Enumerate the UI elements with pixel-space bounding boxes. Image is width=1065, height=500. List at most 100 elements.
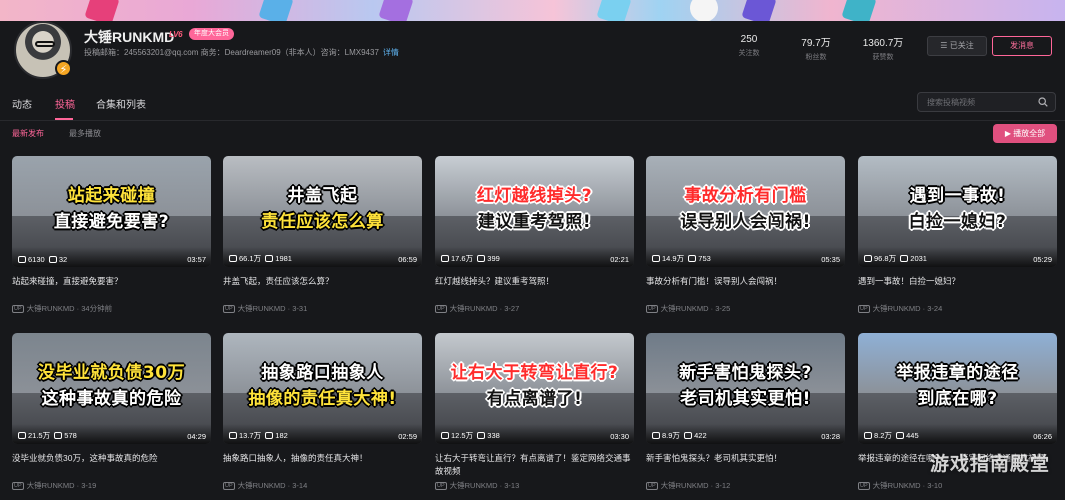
tab-uploads[interactable]: 投稿 [55, 96, 75, 111]
profile-banner [0, 0, 1065, 21]
play-count: 14.9万 [662, 254, 685, 263]
danmaku-icon [48, 256, 57, 263]
danmaku-count: 753 [698, 254, 711, 263]
user-name[interactable]: 大锤RUNKMD [84, 27, 174, 47]
video-title[interactable]: 抽象路口抽象人，抽像的责任真大神！ [223, 452, 422, 478]
video-thumbnail[interactable]: 井盖飞起 责任应该怎么算 66.1万 1981 06:59 [223, 156, 422, 267]
video-thumbnail[interactable]: 新手害怕鬼探头? 老司机其实更怕! 8.9万 422 03:28 [646, 333, 845, 444]
followed-button[interactable]: ☰ 已关注 [927, 36, 987, 56]
danmaku-icon [477, 432, 486, 439]
video-thumbnail[interactable]: 让右大于转弯让直行? 有点离谱了! 12.5万 338 03:30 [435, 333, 634, 444]
banner-gift-decoration [84, 0, 120, 21]
video-duration: 03:30 [610, 432, 629, 441]
search-icon[interactable] [1038, 97, 1048, 107]
play-count-icon [18, 256, 26, 263]
video-thumbnail[interactable]: 抽象路口抽象人 抽像的责任真大神! 13.7万 182 02:59 [223, 333, 422, 444]
video-author[interactable]: 大锤RUNKMD [450, 481, 498, 490]
video-thumbnail[interactable]: 红灯越线掉头? 建议重考驾照! 17.6万 399 02:21 [435, 156, 634, 267]
thumbnail-caption-line2: 有点离谱了! [486, 389, 583, 409]
play-count-icon [864, 255, 872, 262]
video-date: 3-12 [715, 481, 731, 490]
danmaku-icon [896, 432, 905, 439]
video-card[interactable]: 没毕业就负债30万 这种事故真的危险 21.5万 578 04:29 没毕业就负债30万… [12, 333, 211, 491]
play-count: 6130 [28, 255, 45, 264]
video-card[interactable]: 遇到一事故! 白捡一媳妇? 96.8万 2031 05:29 遇到一事故！白捡一媳妇？ U… [858, 156, 1057, 314]
video-author[interactable]: 大锤RUNKMD [661, 304, 709, 313]
video-author-line: UP 大锤RUNKMD · 3-31 [223, 304, 308, 313]
danmaku-icon [477, 255, 486, 262]
danmaku-icon [265, 255, 274, 262]
video-duration: 02:59 [398, 432, 417, 441]
video-thumbnail[interactable]: 举报违章的途径 到底在哪? 8.2万 445 06:26 [858, 333, 1057, 444]
video-author[interactable]: 大锤RUNKMD [238, 481, 286, 490]
video-author[interactable]: 大锤RUNKMD [27, 481, 75, 490]
video-title[interactable]: 站起来碰撞，直接避免要害？ [12, 275, 211, 301]
search-input[interactable]: 搜索投稿视频 [927, 97, 975, 108]
play-count-icon [18, 432, 26, 439]
video-stats: 13.7万 182 [229, 430, 288, 441]
play-count: 21.5万 [28, 431, 51, 440]
stat-value: 1360.7万 [862, 38, 904, 49]
video-title[interactable]: 没毕业就负债30万，这种事故真的危险 [12, 452, 211, 478]
tab-dynamics[interactable]: 动态 [12, 96, 32, 111]
video-thumbnail[interactable]: 没毕业就负债30万 这种事故真的危险 21.5万 578 04:29 [12, 333, 211, 444]
danmaku-count: 32 [58, 255, 68, 264]
video-stats: 14.9万 753 [652, 253, 711, 264]
video-author[interactable]: 大锤RUNKMD [873, 304, 921, 313]
thumbnail-caption-line1: 站起来碰撞 [67, 186, 156, 206]
tab-collections[interactable]: 合集和列表 [96, 96, 146, 111]
video-card[interactable]: 让右大于转弯让直行? 有点离谱了! 12.5万 338 03:30 让右大于转弯让直行？… [435, 333, 634, 491]
play-all-button[interactable]: ▶ 播放全部 [993, 124, 1057, 143]
video-author-line: UP 大锤RUNKMD · 3-12 [646, 481, 731, 490]
video-title[interactable]: 遇到一事故！白捡一媳妇？ [858, 275, 1057, 301]
video-thumbnail[interactable]: 站起来碰撞 直接避免要害? 6130 32 03:57 [12, 156, 211, 267]
avatar[interactable]: ⚡ [14, 21, 72, 79]
video-title[interactable]: 事故分析有门槛！误导别人会闯祸！ [646, 275, 845, 301]
video-card[interactable]: 站起来碰撞 直接避免要害? 6130 32 03:57 站起来碰撞，直接避免要害？ UP 大… [12, 156, 211, 314]
video-stats: 8.9万 422 [652, 430, 707, 441]
thumbnail-caption-line2: 抽像的责任真大神! [248, 389, 397, 409]
video-card[interactable]: 新手害怕鬼探头? 老司机其实更怕! 8.9万 422 03:28 新手害怕鬼探头？老司机… [646, 333, 845, 491]
sort-most-played[interactable]: 最多播放 [69, 128, 101, 139]
video-date: 3-14 [292, 481, 308, 490]
stat-followers[interactable]: 79.7万 粉丝数 [786, 34, 846, 62]
stat-label: 粉丝数 [805, 54, 827, 61]
video-card[interactable]: 事故分析有门槛 误导别人会闯祸! 14.9万 753 05:35 事故分析有门槛！误导别… [646, 156, 845, 314]
send-message-button[interactable]: 发消息 [992, 36, 1052, 56]
video-author[interactable]: 大锤RUNKMD [450, 304, 498, 313]
play-count-icon [229, 255, 237, 262]
video-author-line: UP 大锤RUNKMD · 34分钟前 [12, 304, 113, 313]
up-icon: UP [223, 305, 235, 313]
video-thumbnail[interactable]: 事故分析有门槛 误导别人会闯祸! 14.9万 753 05:35 [646, 156, 845, 267]
play-count: 66.1万 [239, 254, 262, 263]
video-title[interactable]: 让右大于转弯让直行？有点离谱了！鉴定网络交通事故视频 [435, 452, 634, 478]
stat-following[interactable]: 250 关注数 [719, 34, 779, 58]
video-title[interactable]: 新手害怕鬼探头？老司机其实更怕！ [646, 452, 845, 478]
video-card[interactable]: 抽象路口抽象人 抽像的责任真大神! 13.7万 182 02:59 抽象路口抽象人，抽像… [223, 333, 422, 491]
banner-gift-decoration [378, 0, 414, 21]
video-date: 3-27 [504, 304, 520, 313]
video-duration: 06:59 [398, 255, 417, 264]
video-author[interactable]: 大锤RUNKMD [661, 481, 709, 490]
video-stats: 96.8万 2031 [864, 253, 927, 264]
video-thumbnail[interactable]: 遇到一事故! 白捡一媳妇? 96.8万 2031 05:29 [858, 156, 1057, 267]
play-count: 12.5万 [451, 431, 474, 440]
details-link[interactable]: 详情 [383, 48, 399, 57]
sort-latest[interactable]: 最新发布 [12, 128, 44, 139]
up-icon: UP [646, 482, 658, 490]
thumbnail-caption-line2: 老司机其实更怕! [680, 389, 811, 409]
video-title[interactable]: 红灯越线掉头？建议重考驾照！ [435, 275, 634, 301]
video-card[interactable]: 红灯越线掉头? 建议重考驾照! 17.6万 399 02:21 红灯越线掉头？建议重考驾… [435, 156, 634, 314]
video-author[interactable]: 大锤RUNKMD [27, 304, 75, 313]
video-duration: 05:35 [821, 255, 840, 264]
user-signature: 投稿邮箱：245563201@qq.com 商务：Deardreamer09（非… [84, 47, 399, 58]
vip-badge[interactable]: 年度大会员 [189, 28, 234, 40]
watermark-text: 游戏指南殿堂 [930, 454, 1051, 475]
thumbnail-caption-line1: 遇到一事故! [909, 186, 1006, 206]
video-author[interactable]: 大锤RUNKMD [238, 304, 286, 313]
search-box[interactable]: 搜索投稿视频 [917, 92, 1056, 112]
video-card[interactable]: 井盖飞起 责任应该怎么算 66.1万 1981 06:59 井盖飞起，责任应该怎么算？ U… [223, 156, 422, 314]
video-author[interactable]: 大锤RUNKMD [873, 481, 921, 490]
video-title[interactable]: 井盖飞起，责任应该怎么算？ [223, 275, 422, 301]
thumbnail-caption-line1: 没毕业就负债30万 [37, 363, 186, 383]
